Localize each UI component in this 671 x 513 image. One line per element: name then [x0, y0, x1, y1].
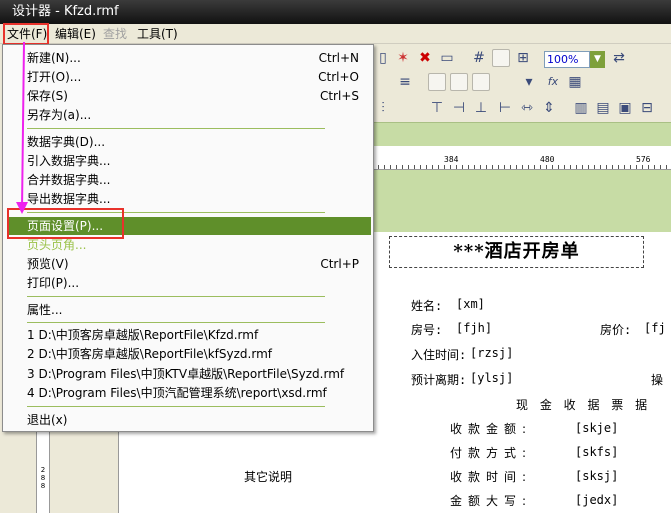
annotation-arrow-icon	[16, 41, 28, 214]
